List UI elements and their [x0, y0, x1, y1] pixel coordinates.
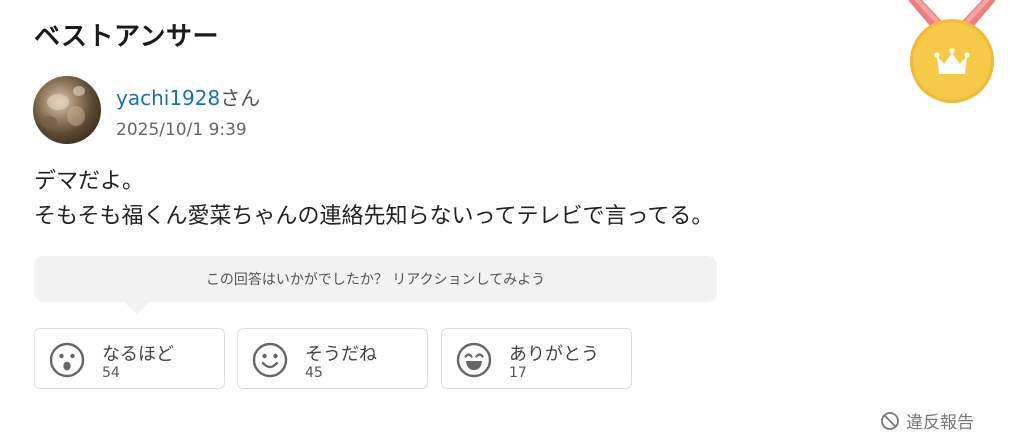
honorific: さん	[220, 86, 261, 110]
prohibited-icon	[881, 411, 899, 430]
avatar[interactable]	[33, 76, 101, 144]
reaction-count: 17	[509, 365, 527, 381]
reaction-count: 45	[305, 365, 323, 381]
answer-line: そもそも福くん愛菜ちゃんの連絡先知らないってテレビで言ってる。	[34, 204, 714, 229]
reaction-prompt: この回答はいかがでしたか？ リアクションしてみよう	[34, 256, 717, 314]
report-label: 違反報告	[906, 413, 974, 433]
reaction-soudane-button[interactable]: そうだね 45	[237, 328, 428, 389]
reaction-label: ありがとう	[509, 344, 599, 365]
grin-face-icon	[456, 342, 492, 378]
smile-face-icon	[252, 342, 288, 378]
best-answer-card: ベストアンサー yachi1928さん 2025/10/1 9:39 デマだよ。…	[0, 0, 1024, 447]
reaction-naruhodo-button[interactable]: なるほど 54	[34, 328, 225, 389]
username-link[interactable]: yachi1928	[116, 86, 220, 110]
answerer-name[interactable]: yachi1928さん	[116, 82, 260, 111]
section-title: ベストアンサー	[34, 22, 219, 52]
medal-crown-icon	[908, 0, 996, 103]
answer-body: デマだよ。 そもそも福くん愛菜ちゃんの連絡先知らないってテレビで言ってる。	[34, 164, 713, 234]
reaction-count: 54	[102, 365, 120, 381]
answer-line: デマだよ。	[34, 169, 145, 194]
surprised-face-icon	[49, 342, 85, 378]
report-button[interactable]: 違反報告	[880, 408, 974, 433]
reaction-label: そうだね	[305, 344, 377, 365]
answer-date: 2025/10/1 9:39	[116, 120, 247, 140]
reaction-label: なるほど	[102, 344, 174, 365]
reaction-arigatou-button[interactable]: ありがとう 17	[441, 328, 632, 389]
